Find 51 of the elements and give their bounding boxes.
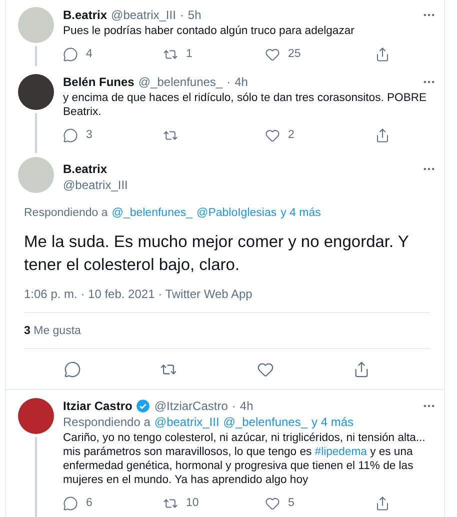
- action-count: 25: [288, 48, 301, 60]
- replying-label: Respondiendo a: [63, 414, 150, 430]
- avatar[interactable]: [18, 398, 54, 434]
- action-count: 6: [86, 497, 92, 509]
- action-count: 5: [288, 497, 294, 509]
- tweet-text: Me la suda. Es mucho mejor comer y no engordar. Y tener el colesterol bajo, claro.: [24, 232, 410, 276]
- mention-link[interactable]: @_belenfunes_: [223, 414, 308, 430]
- reply-icon[interactable]: [63, 128, 78, 142]
- mention-link[interactable]: @beatrix_III: [154, 414, 220, 430]
- separator-dot: ·: [180, 7, 184, 23]
- author-handle[interactable]: @beatrix_III: [111, 7, 176, 23]
- share-icon[interactable]: [353, 360, 370, 378]
- tweet-text: Cariño, yo no tengo colesterol, ni azúcar, ni triglicéridos, ni tensión alta... mis parámetros son maravillosos, lo que tengo es #lipedema y es una enfermedad genética, hormonal y progresiva que tienen el 11% de las mujeres en el mundo. Ya has aprendido algo hoy: [63, 431, 426, 487]
- author-name[interactable]: Belén Funes: [63, 74, 134, 90]
- separator-dot: ·: [232, 398, 236, 414]
- like-icon[interactable]: [256, 360, 274, 378]
- author-handle[interactable]: @ItziarCastro: [154, 398, 228, 414]
- share-icon[interactable]: [375, 496, 390, 510]
- mention-link[interactable]: y 4 más: [280, 205, 321, 221]
- separator-dot: ·: [226, 74, 231, 90]
- like-icon[interactable]: [265, 46, 280, 62]
- tweet-time[interactable]: 4h: [234, 74, 248, 90]
- reply-icon[interactable]: [63, 496, 78, 510]
- tweet-meta: 1:06 p. m. · 10 feb. 2021 · Twitter Web App: [24, 286, 254, 302]
- tweet-text: Pues le podrías haber contado algún truco para adelgazar: [63, 24, 356, 38]
- avatar[interactable]: [18, 74, 54, 110]
- author-handle[interactable]: @beatrix_III: [63, 177, 436, 193]
- author-name[interactable]: Itziar Castro: [63, 398, 132, 414]
- mention-link[interactable]: y 4 más: [312, 414, 354, 430]
- action-count: 1: [186, 48, 192, 60]
- reply-icon[interactable]: [63, 46, 78, 62]
- action-count: 2: [288, 129, 294, 141]
- reply-icon[interactable]: [64, 360, 81, 378]
- replying-label: Respondiendo a: [24, 206, 108, 221]
- action-count: 4: [86, 48, 92, 60]
- action-count: 3: [86, 129, 92, 141]
- hashtag-link[interactable]: #lipedema: [314, 446, 367, 458]
- author-name[interactable]: B.eatrix: [63, 161, 108, 177]
- author-name[interactable]: B.eatrix: [63, 7, 108, 23]
- share-icon[interactable]: [375, 128, 390, 142]
- action-count: 10: [186, 497, 199, 509]
- tweet-time[interactable]: 5h: [188, 7, 202, 23]
- author-handle[interactable]: @_belenfunes_: [138, 74, 223, 90]
- mention-link[interactable]: @_belenfunes_: [112, 205, 193, 221]
- like-icon[interactable]: [265, 496, 280, 510]
- like-icon[interactable]: [265, 128, 280, 142]
- tweet-text: y encima de que haces el ridículo, sólo te dan tres corasonsitos. POBRE Beatrix.: [63, 91, 428, 119]
- share-icon[interactable]: [375, 46, 390, 62]
- mention-link[interactable]: @PabloIglesias: [196, 205, 277, 221]
- likes-count[interactable]: 3 Me gusta: [24, 313, 430, 348]
- tweet-time[interactable]: 4h: [240, 398, 254, 414]
